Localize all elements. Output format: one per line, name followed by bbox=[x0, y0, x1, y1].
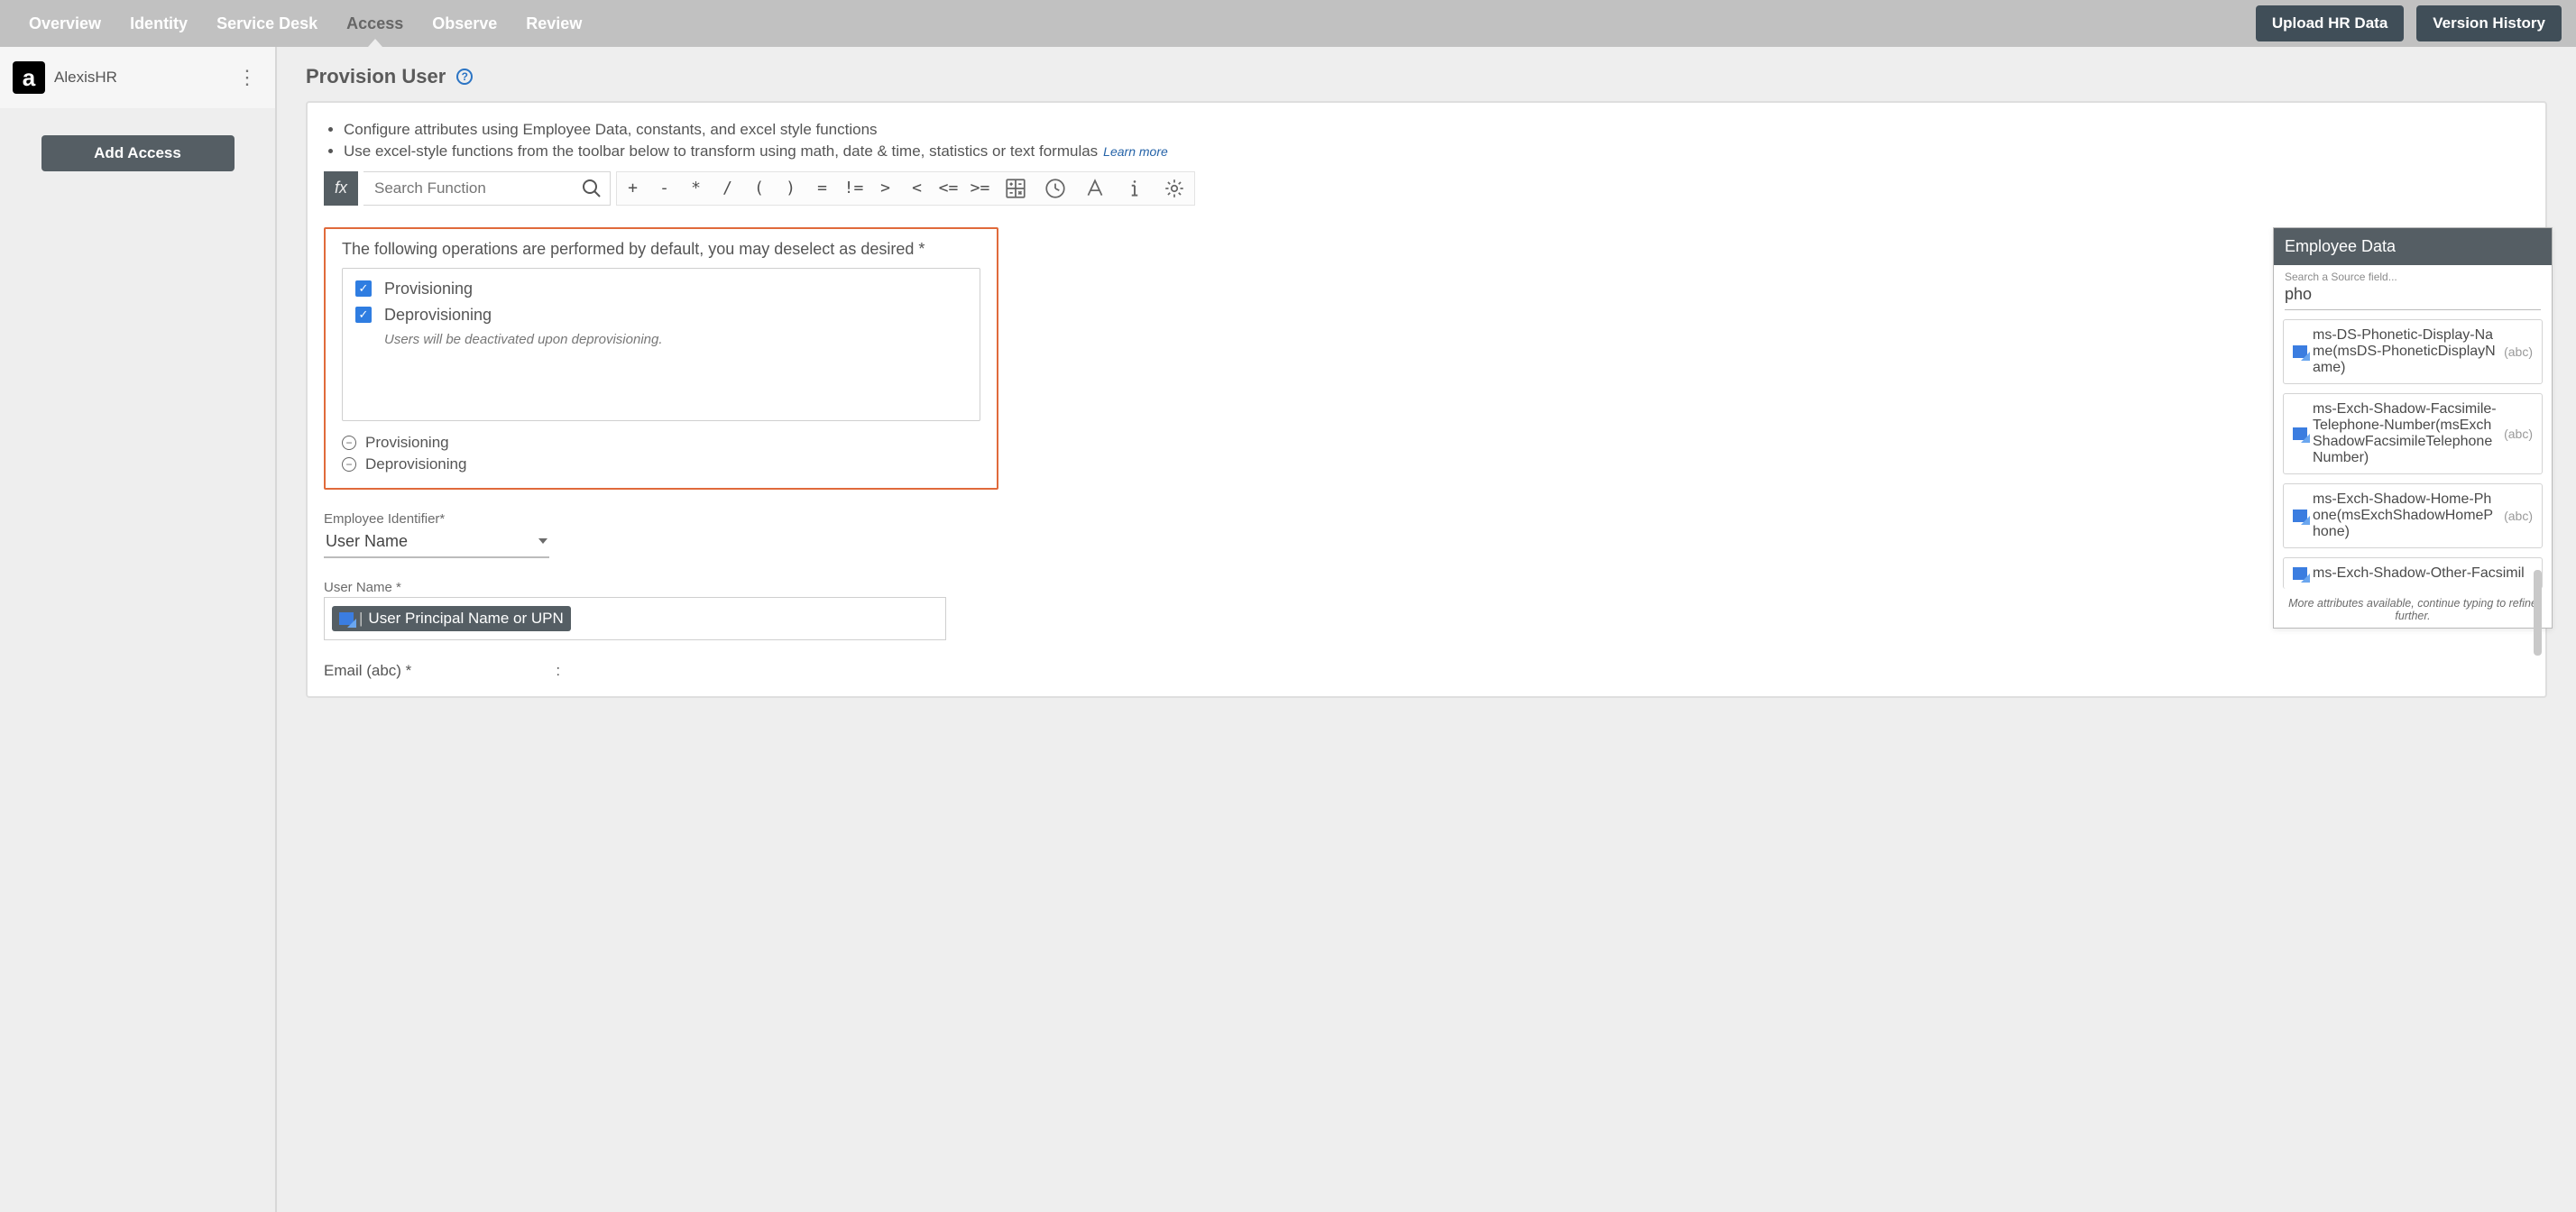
help-icon[interactable]: ? bbox=[456, 69, 473, 85]
email-label: Email (abc) * bbox=[324, 662, 411, 680]
topbar-tabs: Overview Identity Service Desk Access Ob… bbox=[14, 2, 2243, 46]
checkbox-provisioning[interactable]: ✓ bbox=[355, 280, 372, 297]
op-gte[interactable]: >= bbox=[964, 179, 996, 197]
page-title: Provision User bbox=[306, 65, 446, 88]
search-icon[interactable] bbox=[574, 178, 610, 199]
chevron-down-icon bbox=[538, 538, 547, 544]
operators-row: + - * / ( ) = != > < <= >= bbox=[616, 171, 1195, 206]
employee-data-results[interactable]: ms-DS-Phonetic-Display-Name(msDS-Phoneti… bbox=[2274, 310, 2552, 594]
checkbox-deprovisioning[interactable]: ✓ bbox=[355, 307, 372, 323]
employee-identifier-value: User Name bbox=[326, 532, 408, 551]
op-lte[interactable]: <= bbox=[933, 179, 964, 197]
add-access-button[interactable]: Add Access bbox=[41, 135, 235, 171]
math-category-icon[interactable] bbox=[996, 171, 1035, 206]
employee-data-result[interactable]: ms-Exch-Shadow-Other-Facsimil bbox=[2283, 557, 2543, 589]
op-not-equals[interactable]: != bbox=[838, 179, 869, 197]
learn-more-link[interactable]: Learn more bbox=[1103, 144, 1168, 159]
source-field-icon bbox=[2293, 510, 2307, 522]
op-lt[interactable]: < bbox=[901, 179, 933, 197]
tab-review[interactable]: Review bbox=[511, 2, 596, 46]
info-category-icon[interactable] bbox=[1115, 171, 1155, 206]
tab-access[interactable]: Access bbox=[332, 2, 418, 46]
remove-icon[interactable]: − bbox=[342, 436, 356, 450]
search-function-field[interactable] bbox=[363, 171, 611, 206]
config-intro: Configure attributes using Employee Data… bbox=[327, 119, 2529, 162]
label-provisioning[interactable]: Provisioning bbox=[384, 280, 473, 298]
label-deprovisioning[interactable]: Deprovisioning bbox=[384, 306, 492, 325]
source-field-icon bbox=[2293, 345, 2307, 358]
user-name-label: User Name * bbox=[324, 580, 946, 595]
hint-deprovisioning: Users will be deactivated upon deprovisi… bbox=[384, 332, 967, 347]
op-close-paren[interactable]: ) bbox=[775, 179, 806, 197]
source-field-icon bbox=[2293, 427, 2307, 440]
op-equals[interactable]: = bbox=[806, 179, 838, 197]
op-divide[interactable]: / bbox=[712, 179, 743, 197]
employee-data-result[interactable]: ms-Exch-Shadow-Home-Phone(msExchShadowHo… bbox=[2283, 483, 2543, 548]
search-function-input[interactable] bbox=[363, 179, 574, 197]
op-minus[interactable]: - bbox=[649, 179, 680, 197]
employee-data-search-input[interactable] bbox=[2285, 283, 2541, 309]
employee-data-panel: Employee Data Search a Source field... m… bbox=[2273, 227, 2553, 629]
employee-data-result[interactable]: ms-Exch-Shadow-Facsimile-Telephone-Numbe… bbox=[2283, 393, 2543, 474]
text-category-icon[interactable] bbox=[1075, 171, 1115, 206]
fx-icon[interactable]: fx bbox=[324, 171, 358, 206]
type-hint: (abc) bbox=[2504, 427, 2533, 441]
app-logo-icon: a bbox=[13, 61, 45, 94]
operations-highlight-box: The following operations are performed b… bbox=[324, 227, 998, 490]
scrollbar-thumb[interactable] bbox=[2534, 570, 2542, 656]
time-category-icon[interactable] bbox=[1035, 171, 1075, 206]
misc-category-icon[interactable] bbox=[1155, 171, 1194, 206]
employee-data-search-placeholder: Search a Source field... bbox=[2285, 271, 2541, 283]
sidebar: a AlexisHR ⋮ Add Access bbox=[0, 47, 277, 1212]
employee-data-footer: More attributes available, continue typi… bbox=[2274, 594, 2552, 628]
employee-identifier-label: Employee Identifier* bbox=[324, 511, 946, 527]
employee-data-search[interactable]: Search a Source field... bbox=[2285, 271, 2541, 310]
op-plus[interactable]: + bbox=[617, 179, 649, 197]
op-open-paren[interactable]: ( bbox=[743, 179, 775, 197]
version-history-button[interactable]: Version History bbox=[2416, 5, 2562, 41]
top-navbar: Overview Identity Service Desk Access Ob… bbox=[0, 0, 2576, 47]
summary-provisioning: Provisioning bbox=[365, 434, 449, 452]
operations-list: ✓ Provisioning ✓ Deprovisioning Users wi… bbox=[342, 268, 980, 421]
upload-hr-data-button[interactable]: Upload HR Data bbox=[2256, 5, 2404, 41]
intro-bullet-1: Configure attributes using Employee Data… bbox=[344, 119, 2529, 141]
app-menu-icon[interactable]: ⋮ bbox=[232, 66, 262, 89]
employee-data-result[interactable]: ms-DS-Phonetic-Display-Name(msDS-Phoneti… bbox=[2283, 319, 2543, 384]
tab-service-desk[interactable]: Service Desk bbox=[202, 2, 332, 46]
app-row[interactable]: a AlexisHR ⋮ bbox=[0, 47, 275, 108]
employee-data-header: Employee Data bbox=[2274, 228, 2552, 265]
type-hint: (abc) bbox=[2504, 344, 2533, 359]
source-field-icon bbox=[339, 612, 354, 625]
source-field-icon bbox=[2293, 567, 2307, 580]
tab-overview[interactable]: Overview bbox=[14, 2, 115, 46]
tab-identity[interactable]: Identity bbox=[115, 2, 202, 46]
operations-note: The following operations are performed b… bbox=[342, 240, 980, 259]
intro-bullet-2: Use excel-style functions from the toolb… bbox=[344, 141, 2529, 162]
employee-identifier-field: Employee Identifier* User Name bbox=[324, 511, 946, 558]
summary-deprovisioning: Deprovisioning bbox=[365, 455, 466, 473]
op-multiply[interactable]: * bbox=[680, 179, 712, 197]
op-gt[interactable]: > bbox=[869, 179, 901, 197]
user-name-input[interactable]: |User Principal Name or UPN bbox=[324, 597, 946, 640]
employee-identifier-dropdown[interactable]: User Name bbox=[324, 528, 549, 558]
remove-icon[interactable]: − bbox=[342, 457, 356, 472]
app-name: AlexisHR bbox=[54, 69, 232, 87]
email-colon: : bbox=[556, 662, 560, 680]
config-panel: Configure attributes using Employee Data… bbox=[306, 101, 2547, 698]
formula-toolbar: fx + - * / ( ) = != > < bbox=[324, 171, 2529, 206]
user-name-field: User Name * |User Principal Name or UPN bbox=[324, 580, 946, 640]
main-content: Provision User ? Configure attributes us… bbox=[277, 47, 2576, 1212]
type-hint: (abc) bbox=[2504, 509, 2533, 523]
tab-observe[interactable]: Observe bbox=[418, 2, 511, 46]
user-name-token[interactable]: |User Principal Name or UPN bbox=[332, 606, 571, 631]
